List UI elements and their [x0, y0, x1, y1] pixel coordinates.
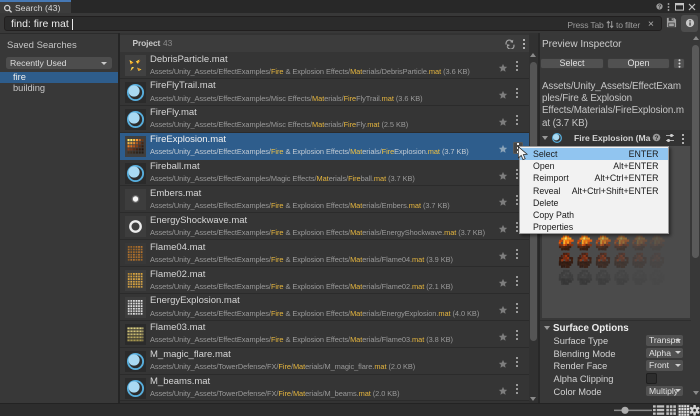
svg-text:?: ? [655, 135, 659, 142]
